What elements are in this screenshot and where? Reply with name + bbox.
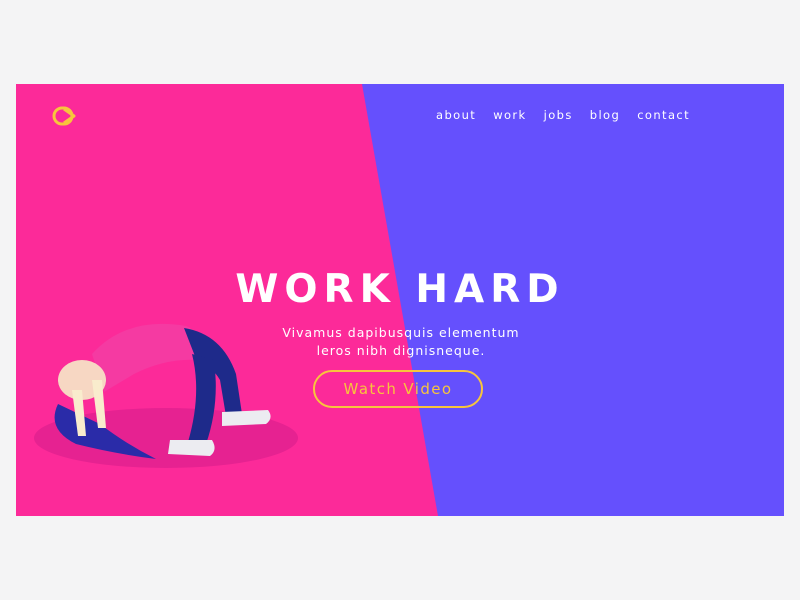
brand-logo-icon[interactable] bbox=[52, 105, 82, 127]
hero-subtitle-line-2: leros nibh dignisneque. bbox=[316, 343, 486, 358]
main-nav: about work jobs blog contact bbox=[436, 108, 707, 122]
nav-item-about[interactable]: about bbox=[436, 108, 476, 122]
hero-subtitle: Vivamus dapibusquis elementum leros nibh… bbox=[216, 324, 586, 360]
watch-video-button[interactable]: Watch Video bbox=[313, 370, 483, 408]
hero-title: WORK HARD bbox=[235, 267, 565, 312]
nav-item-jobs[interactable]: jobs bbox=[544, 108, 573, 122]
nav-item-work[interactable]: work bbox=[493, 108, 526, 122]
nav-item-contact[interactable]: contact bbox=[637, 108, 690, 122]
hero-subtitle-line-1: Vivamus dapibusquis elementum bbox=[282, 325, 520, 340]
hero-section: about work jobs blog contact WORK HARD V… bbox=[16, 84, 784, 516]
nav-item-blog[interactable]: blog bbox=[590, 108, 620, 122]
